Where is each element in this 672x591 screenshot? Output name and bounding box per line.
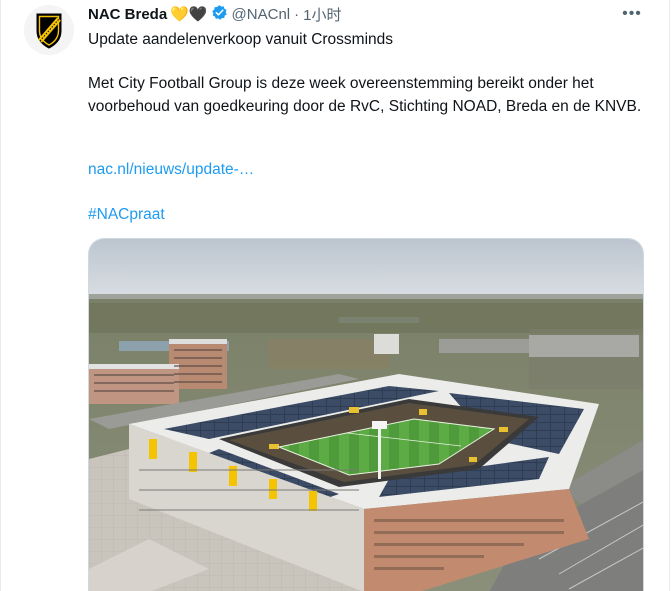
tweet-text-line1: Update aandelenverkoop vanuit Crossminds (88, 31, 394, 48)
stadium-aerial-photo (89, 239, 643, 591)
nac-breda-crest-icon (24, 5, 74, 55)
separator: · (294, 5, 300, 23)
tweet-text-paragraph: Met City Football Group is deze week ove… (88, 75, 642, 115)
user-handle[interactable]: @NACnl (232, 6, 291, 23)
timestamp[interactable]: 1小时 (303, 4, 341, 25)
tweet-header: NAC Breda 💛🖤 @NACnl · 1小时 (88, 4, 341, 24)
display-name[interactable]: NAC Breda (88, 6, 167, 23)
tweet-media-image[interactable] (88, 238, 644, 591)
avatar[interactable] (24, 5, 74, 55)
more-options-icon[interactable]: ••• (622, 4, 642, 24)
tweet-link[interactable]: nac.nl/nieuws/update-… (88, 158, 254, 181)
verified-badge-icon (211, 4, 228, 25)
heart-emoji-icons: 💛🖤 (170, 6, 208, 23)
hashtag-link[interactable]: #NACpraat (88, 203, 165, 226)
